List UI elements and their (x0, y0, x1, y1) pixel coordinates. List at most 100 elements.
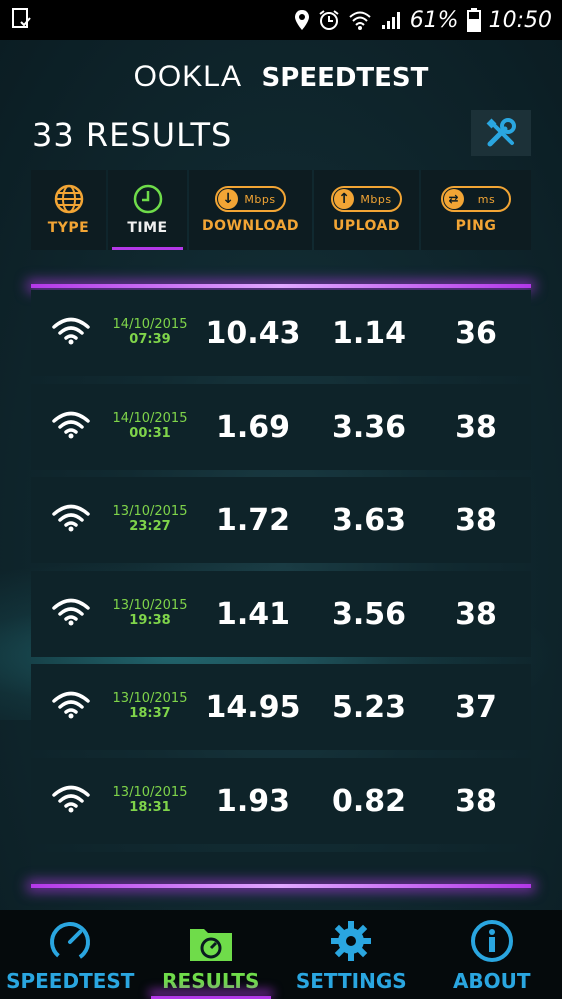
tab-label: DOWNLOAD (201, 218, 300, 234)
result-upload: 0.82 (331, 784, 407, 819)
nav-about[interactable]: ABOUT (422, 910, 562, 999)
list-top-glow (31, 284, 531, 288)
ping-unit-pill: ⇄ ms (440, 186, 512, 212)
result-ping: 37 (455, 690, 497, 725)
location-icon (294, 10, 309, 30)
screenshot-notification-icon (12, 8, 31, 28)
tools-button[interactable] (471, 110, 531, 156)
tab-label: UPLOAD (332, 218, 401, 234)
brand-ookla: OOKLA (133, 60, 242, 93)
nav-label: ABOUT (452, 969, 531, 993)
partial-result-row[interactable] (31, 852, 531, 886)
result-date: 13/10/2015 (112, 785, 188, 800)
unit-label: Mbps (360, 192, 392, 206)
wifi-status-icon (349, 11, 371, 30)
tab-label: PING (455, 218, 497, 234)
nav-speedtest[interactable]: SPEEDTEST (0, 910, 141, 999)
download-arrow-icon: ↓ (218, 189, 239, 209)
result-datetime: 13/10/2015 19:38 (107, 598, 193, 628)
result-download: 1.69 (215, 410, 291, 445)
tab-type[interactable]: TYPE (31, 170, 106, 250)
nav-settings[interactable]: SETTINGS (281, 910, 422, 999)
result-row[interactable]: 13/10/2015 18:37 14.95 5.23 37 (31, 664, 531, 750)
result-upload: 3.56 (331, 597, 407, 632)
result-datetime: 13/10/2015 23:27 (107, 504, 193, 534)
tab-download[interactable]: ↓ Mbps DOWNLOAD (189, 170, 312, 250)
tab-label: TIME (127, 220, 168, 236)
results-folder-icon (189, 929, 232, 961)
nav-label: SPEEDTEST (6, 969, 135, 993)
result-download: 1.93 (215, 784, 291, 819)
result-time: 19:38 (129, 613, 171, 628)
result-date: 13/10/2015 (112, 598, 188, 613)
result-upload: 3.36 (331, 410, 407, 445)
download-unit-pill: ↓ Mbps (215, 186, 286, 212)
result-ping: 38 (455, 597, 497, 632)
wifi-connection-icon (51, 410, 91, 444)
result-row[interactable]: 14/10/2015 00:31 1.69 3.36 38 (31, 384, 531, 470)
result-ping: 38 (455, 784, 497, 819)
result-datetime: 14/10/2015 07:39 (107, 317, 193, 347)
result-time: 00:31 (129, 426, 171, 441)
tab-ping[interactable]: ⇄ ms PING (421, 170, 531, 250)
result-row[interactable]: 13/10/2015 19:38 1.41 3.56 38 (31, 571, 531, 657)
tools-icon (486, 118, 516, 147)
result-row[interactable]: 14/10/2015 07:39 10.43 1.14 36 (31, 290, 531, 376)
result-datetime: 14/10/2015 00:31 (107, 411, 193, 441)
result-row[interactable]: 13/10/2015 23:27 1.72 3.63 38 (31, 477, 531, 563)
result-download: 14.95 (205, 690, 301, 725)
status-bar: 61% 10:50 (0, 0, 562, 40)
result-date: 14/10/2015 (112, 317, 188, 332)
list-bottom-glow (31, 884, 531, 888)
result-date: 13/10/2015 (112, 504, 188, 519)
sort-tabs: TYPE TIME ↓ Mbps DOWNLOAD ↑ Mbps UPLOAD … (31, 170, 531, 250)
result-ping: 36 (455, 316, 497, 351)
brand-speedtest: SPEEDTEST (261, 63, 429, 93)
result-datetime: 13/10/2015 18:31 (107, 785, 193, 815)
battery-icon (466, 8, 481, 32)
result-download: 1.41 (215, 597, 291, 632)
result-date: 13/10/2015 (112, 691, 188, 706)
result-ping: 38 (455, 503, 497, 538)
alarm-icon (319, 10, 339, 30)
result-download: 10.43 (205, 316, 301, 351)
result-ping: 38 (455, 410, 497, 445)
clock-time: 10:50 (488, 7, 552, 33)
tab-time[interactable]: TIME (108, 170, 187, 250)
result-time: 18:31 (129, 800, 171, 815)
wifi-connection-icon (51, 503, 91, 537)
result-upload: 3.63 (331, 503, 407, 538)
tab-label: TYPE (47, 220, 90, 236)
upload-unit-pill: ↑ Mbps (331, 186, 402, 212)
gear-icon (331, 921, 372, 961)
info-icon (470, 920, 513, 962)
signal-icon (381, 12, 400, 29)
result-time: 23:27 (129, 519, 171, 534)
speedometer-icon (50, 922, 91, 962)
results-count-title: 33 RESULTS (32, 116, 233, 154)
ping-arrows-icon: ⇄ (443, 189, 464, 209)
app-header: OOKLA SPEEDTEST (0, 60, 562, 100)
unit-label: ms (477, 192, 496, 206)
bottom-navigation: SPEEDTEST RESULTS SETTINGS ABOUT (0, 910, 562, 999)
result-datetime: 13/10/2015 18:37 (107, 691, 193, 721)
wifi-connection-icon (51, 316, 91, 350)
result-date: 14/10/2015 (112, 411, 188, 426)
wifi-connection-icon (51, 597, 91, 631)
tab-upload[interactable]: ↑ Mbps UPLOAD (314, 170, 419, 250)
result-download: 1.72 (215, 503, 291, 538)
nav-label: RESULTS (162, 969, 260, 993)
globe-icon (54, 184, 83, 214)
wifi-connection-icon (51, 690, 91, 724)
result-row[interactable]: 13/10/2015 18:31 1.93 0.82 38 (31, 758, 531, 844)
clock-icon (133, 184, 162, 214)
battery-percent: 61% (409, 7, 459, 33)
upload-arrow-icon: ↑ (334, 189, 355, 209)
nav-label: SETTINGS (295, 969, 407, 993)
unit-label: Mbps (244, 192, 276, 206)
result-time: 07:39 (129, 332, 171, 347)
result-time: 18:37 (129, 706, 171, 721)
result-upload: 1.14 (331, 316, 407, 351)
result-upload: 5.23 (331, 690, 407, 725)
nav-results[interactable]: RESULTS (141, 910, 282, 999)
